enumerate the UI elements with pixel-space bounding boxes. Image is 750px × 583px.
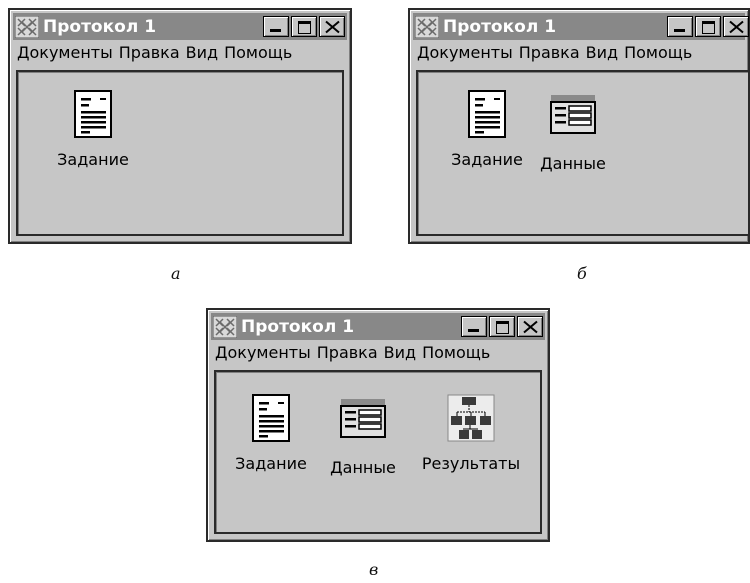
document-area: Задание Данные Результаты xyxy=(214,370,542,534)
maximize-button[interactable] xyxy=(695,16,721,37)
menu-help[interactable]: Помощь xyxy=(221,43,295,62)
menu-help[interactable]: Помощь xyxy=(419,343,493,362)
menu-edit[interactable]: Правка xyxy=(516,43,583,62)
document-zadanie[interactable]: Задание xyxy=(38,90,148,169)
menu-bar: Документы Правка Вид Помощь xyxy=(14,43,295,62)
caption-a: а xyxy=(171,264,181,283)
minimize-button[interactable] xyxy=(667,16,693,37)
minimize-button[interactable] xyxy=(461,316,487,337)
menu-documents[interactable]: Документы xyxy=(212,343,314,362)
document-dannye[interactable]: Данные xyxy=(518,94,628,173)
menu-view[interactable]: Вид xyxy=(381,343,419,362)
maximize-button[interactable] xyxy=(291,16,317,37)
data-table-icon xyxy=(340,398,386,438)
menu-bar: Документы Правка Вид Помощь xyxy=(414,43,695,62)
title-bar[interactable]: Протокол 1 xyxy=(211,313,545,340)
close-button[interactable] xyxy=(517,316,543,337)
menu-documents[interactable]: Документы xyxy=(14,43,116,62)
protocol-window-c: Протокол 1 Документы Правка Вид Помощь З… xyxy=(206,308,550,542)
protocol-window-b: Протокол 1 Документы Правка Вид Помощь З… xyxy=(408,8,750,244)
text-document-icon xyxy=(251,394,291,442)
results-diagram-icon xyxy=(447,394,495,442)
minimize-button[interactable] xyxy=(263,16,289,37)
caption-c: в xyxy=(369,560,379,579)
window-title: Протокол 1 xyxy=(443,16,557,37)
document-rezultaty[interactable]: Результаты xyxy=(416,394,526,473)
menu-edit[interactable]: Правка xyxy=(314,343,381,362)
protocol-window-a: Протокол 1 Документы Правка Вид Помощь З… xyxy=(8,8,352,244)
menu-help[interactable]: Помощь xyxy=(621,43,695,62)
app-icon[interactable] xyxy=(415,16,439,38)
document-label: Данные xyxy=(540,154,606,173)
text-document-icon xyxy=(467,90,507,138)
document-area: Задание xyxy=(16,70,344,236)
text-document-icon xyxy=(73,90,113,138)
app-icon[interactable] xyxy=(15,16,39,38)
close-button[interactable] xyxy=(319,16,345,37)
app-icon[interactable] xyxy=(213,316,237,338)
document-area: Задание Данные xyxy=(416,70,750,236)
menu-view[interactable]: Вид xyxy=(583,43,621,62)
data-table-icon xyxy=(550,94,596,134)
document-label: Результаты xyxy=(421,454,521,473)
document-label: Задание xyxy=(57,150,129,169)
maximize-button[interactable] xyxy=(489,316,515,337)
title-bar[interactable]: Протокол 1 xyxy=(413,13,749,40)
title-bar[interactable]: Протокол 1 xyxy=(13,13,347,40)
menu-documents[interactable]: Документы xyxy=(414,43,516,62)
window-title: Протокол 1 xyxy=(43,16,157,37)
close-button[interactable] xyxy=(723,16,749,37)
window-title: Протокол 1 xyxy=(241,316,355,337)
menu-view[interactable]: Вид xyxy=(183,43,221,62)
document-dannye[interactable]: Данные xyxy=(308,398,418,477)
menu-bar: Документы Правка Вид Помощь xyxy=(212,343,493,362)
caption-b: б xyxy=(577,264,587,283)
document-label: Данные xyxy=(330,458,396,477)
menu-edit[interactable]: Правка xyxy=(116,43,183,62)
